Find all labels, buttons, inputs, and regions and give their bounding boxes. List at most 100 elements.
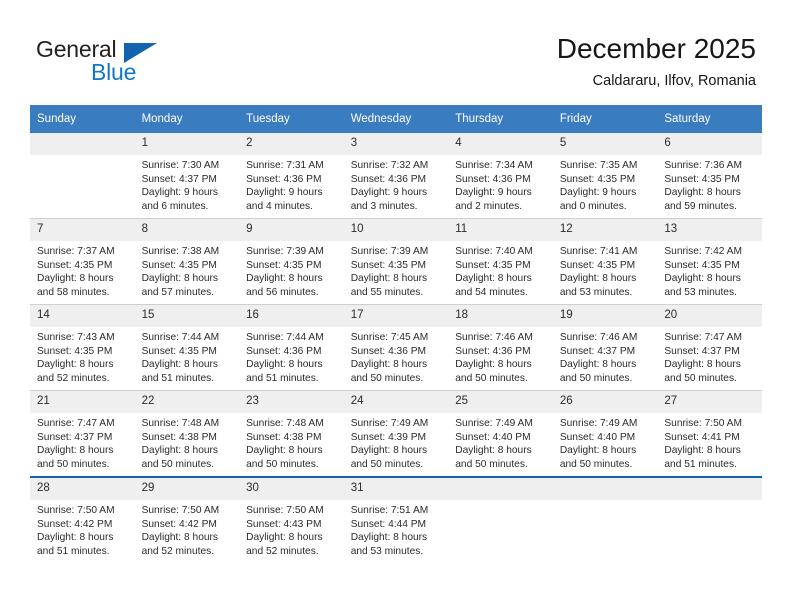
daylight-duration-line2: and 50 minutes. — [455, 458, 528, 470]
calendar-day-cell[interactable]: 25 Sunrise: 7:49 AM Sunset: 4:40 PM Dayligh… — [448, 390, 553, 477]
sunset-time: Sunset: 4:36 PM — [246, 173, 322, 185]
sunrise-time: Sunrise: 7:41 AM — [559, 246, 638, 257]
day-cell-content: 17 Sunrise: 7:45 AM Sunset: 4:36 PM Dayligh… — [343, 305, 449, 390]
calendar-day-cell[interactable]: 16 Sunrise: 7:44 AM Sunset: 4:36 PM Dayligh… — [239, 304, 344, 391]
day-sun-info: Sunrise: 7:38 AM Sunset: 4:35 PM Daylight:… — [135, 241, 240, 299]
daylight-duration-line2: and 4 minutes. — [246, 200, 313, 212]
sunrise-time: Sunrise: 7:45 AM — [350, 332, 429, 343]
day-number — [448, 478, 553, 500]
calendar-day-cell[interactable]: 29 Sunrise: 7:50 AM Sunset: 4:42 PM Dayligh… — [134, 476, 240, 563]
calendar-day-cell[interactable]: 13 Sunrise: 7:42 AM Sunset: 4:35 PM Dayligh… — [657, 218, 762, 305]
daylight-duration-line2: and 53 minutes. — [559, 286, 633, 298]
calendar-day-cell[interactable]: 22 Sunrise: 7:48 AM Sunset: 4:38 PM Dayligh… — [134, 390, 240, 477]
day-sun-info: Sunrise: 7:32 AM Sunset: 4:36 PM Daylight:… — [344, 155, 449, 213]
sunrise-time: Sunrise: 7:38 AM — [141, 246, 220, 257]
sunset-time: Sunset: 4:37 PM — [37, 431, 113, 443]
calendar-day-cell[interactable]: 11 Sunrise: 7:40 AM Sunset: 4:35 PM Dayligh… — [448, 218, 553, 305]
calendar-day-cell[interactable]: 12 Sunrise: 7:41 AM Sunset: 4:35 PM Dayligh… — [552, 218, 658, 305]
sunset-time: Sunset: 4:35 PM — [455, 259, 531, 271]
calendar-day-cell[interactable]: 1 Sunrise: 7:30 AM Sunset: 4:37 PM Daylight… — [134, 133, 240, 219]
daylight-duration-line2: and 50 minutes. — [559, 458, 633, 470]
sunrise-time: Sunrise: 7:49 AM — [350, 418, 429, 429]
daylight-duration-line1: Daylight: 8 hours — [37, 445, 114, 457]
day-sun-info: Sunrise: 7:45 AM Sunset: 4:36 PM Daylight:… — [344, 327, 449, 385]
daylight-duration-line2: and 52 minutes. — [37, 372, 110, 384]
brand-logo[interactable]: General Blue — [36, 36, 216, 90]
sunset-time: Sunset: 4:36 PM — [350, 345, 427, 357]
calendar-day-cell[interactable]: 21 Sunrise: 7:47 AM Sunset: 4:37 PM Dayligh… — [30, 390, 135, 477]
daylight-duration-line2: and 50 minutes. — [246, 458, 319, 470]
sunrise-time: Sunrise: 7:40 AM — [455, 246, 533, 257]
day-cell-content: 24 Sunrise: 7:49 AM Sunset: 4:39 PM Dayligh… — [343, 391, 449, 476]
day-cell-content: 18 Sunrise: 7:46 AM Sunset: 4:36 PM Dayligh… — [448, 305, 553, 390]
calendar-day-cell[interactable]: 15 Sunrise: 7:44 AM Sunset: 4:35 PM Dayligh… — [134, 304, 240, 391]
daylight-duration-line2: and 58 minutes. — [37, 286, 110, 298]
calendar-week-row: 1 Sunrise: 7:30 AM Sunset: 4:37 PM Daylight… — [30, 133, 762, 219]
day-sun-info: Sunrise: 7:44 AM Sunset: 4:36 PM Daylight:… — [239, 327, 344, 385]
weekday-header-monday: Monday — [134, 105, 240, 133]
sunset-time: Sunset: 4:36 PM — [455, 173, 531, 185]
calendar-day-cell[interactable]: 30 Sunrise: 7:50 AM Sunset: 4:43 PM Dayligh… — [239, 476, 344, 563]
day-number: 28 — [30, 478, 135, 500]
calendar-day-cell[interactable]: 28 Sunrise: 7:50 AM Sunset: 4:42 PM Dayligh… — [30, 476, 135, 563]
day-sun-info: Sunrise: 7:50 AM Sunset: 4:42 PM Daylight:… — [135, 500, 240, 558]
calendar-day-cell[interactable]: 8 Sunrise: 7:38 AM Sunset: 4:35 PM Daylight… — [134, 218, 240, 305]
calendar-day-cell[interactable]: 4 Sunrise: 7:34 AM Sunset: 4:36 PM Daylight… — [448, 133, 553, 219]
day-number — [30, 133, 135, 155]
daylight-duration-line2: and 51 minutes. — [141, 372, 215, 384]
day-number: 3 — [343, 133, 449, 155]
sunset-time: Sunset: 4:36 PM — [246, 345, 322, 357]
page-header: General Blue December 2025 Caldararu, Il… — [0, 0, 792, 100]
day-cell-content — [448, 478, 553, 563]
daylight-duration-line2: and 50 minutes. — [455, 372, 528, 384]
daylight-duration-line2: and 50 minutes. — [664, 372, 737, 384]
sunset-time: Sunset: 4:35 PM — [141, 259, 217, 271]
calendar-day-cell[interactable]: 10 Sunrise: 7:39 AM Sunset: 4:35 PM Dayligh… — [343, 218, 449, 305]
sunrise-time: Sunrise: 7:35 AM — [559, 160, 638, 171]
calendar-day-cell[interactable]: 5 Sunrise: 7:35 AM Sunset: 4:35 PM Daylight… — [552, 133, 658, 219]
calendar-day-cell[interactable]: 14 Sunrise: 7:43 AM Sunset: 4:35 PM Dayligh… — [30, 304, 135, 391]
day-number: 17 — [343, 305, 449, 327]
calendar-day-cell[interactable]: 17 Sunrise: 7:45 AM Sunset: 4:36 PM Dayligh… — [343, 304, 449, 391]
sunset-time: Sunset: 4:35 PM — [141, 345, 217, 357]
day-cell-content: 23 Sunrise: 7:48 AM Sunset: 4:38 PM Dayligh… — [239, 391, 344, 476]
title-block: December 2025 Caldararu, Ilfov, Romania — [557, 32, 756, 92]
calendar-day-cell[interactable]: 9 Sunrise: 7:39 AM Sunset: 4:35 PM Daylight… — [239, 218, 344, 305]
day-cell-content: 9 Sunrise: 7:39 AM Sunset: 4:35 PM Daylight… — [239, 219, 344, 304]
calendar-day-cell[interactable]: 27 Sunrise: 7:50 AM Sunset: 4:41 PM Dayligh… — [657, 390, 762, 477]
day-sun-info: Sunrise: 7:39 AM Sunset: 4:35 PM Daylight:… — [344, 241, 449, 299]
sunrise-time: Sunrise: 7:46 AM — [559, 332, 638, 343]
daylight-duration-line2: and 50 minutes. — [559, 372, 633, 384]
day-cell-content: 27 Sunrise: 7:50 AM Sunset: 4:41 PM Dayligh… — [657, 391, 762, 476]
day-sun-info: Sunrise: 7:34 AM Sunset: 4:36 PM Daylight:… — [448, 155, 553, 213]
calendar-day-cell[interactable]: 26 Sunrise: 7:49 AM Sunset: 4:40 PM Dayligh… — [552, 390, 658, 477]
day-number: 22 — [134, 391, 240, 413]
calendar-day-cell[interactable]: 6 Sunrise: 7:36 AM Sunset: 4:35 PM Daylight… — [657, 133, 762, 219]
calendar-day-cell[interactable]: 24 Sunrise: 7:49 AM Sunset: 4:39 PM Dayligh… — [343, 390, 449, 477]
sunset-time: Sunset: 4:38 PM — [141, 431, 217, 443]
day-cell-content: 25 Sunrise: 7:49 AM Sunset: 4:40 PM Dayligh… — [448, 391, 553, 476]
calendar-day-cell[interactable]: 31 Sunrise: 7:51 AM Sunset: 4:44 PM Dayligh… — [343, 476, 449, 563]
day-cell-content: 15 Sunrise: 7:44 AM Sunset: 4:35 PM Dayligh… — [134, 305, 240, 390]
calendar-day-cell[interactable]: 20 Sunrise: 7:47 AM Sunset: 4:37 PM Dayligh… — [657, 304, 762, 391]
calendar-page: General Blue December 2025 Caldararu, Il… — [0, 0, 792, 612]
day-number: 31 — [343, 478, 449, 500]
calendar-day-cell[interactable]: 3 Sunrise: 7:32 AM Sunset: 4:36 PM Daylight… — [343, 133, 449, 219]
calendar-day-cell[interactable]: 7 Sunrise: 7:37 AM Sunset: 4:35 PM Daylight… — [30, 218, 135, 305]
calendar-day-cell[interactable]: 19 Sunrise: 7:46 AM Sunset: 4:37 PM Dayligh… — [552, 304, 658, 391]
sunrise-sunset-calendar: Sunday Monday Tuesday Wednesday Thursday… — [30, 105, 762, 563]
daylight-duration-line2: and 51 minutes. — [246, 372, 319, 384]
day-number: 18 — [448, 305, 553, 327]
calendar-day-cell[interactable]: 23 Sunrise: 7:48 AM Sunset: 4:38 PM Dayligh… — [239, 390, 344, 477]
day-sun-info: Sunrise: 7:40 AM Sunset: 4:35 PM Daylight:… — [448, 241, 553, 299]
day-sun-info: Sunrise: 7:51 AM Sunset: 4:44 PM Daylight:… — [344, 500, 449, 558]
day-cell-content: 30 Sunrise: 7:50 AM Sunset: 4:43 PM Dayligh… — [239, 478, 344, 563]
day-number: 16 — [239, 305, 344, 327]
calendar-day-cell[interactable]: 2 Sunrise: 7:31 AM Sunset: 4:36 PM Daylight… — [239, 133, 344, 219]
sunset-time: Sunset: 4:40 PM — [559, 431, 636, 443]
sunrise-time: Sunrise: 7:37 AM — [37, 246, 115, 257]
day-number: 25 — [448, 391, 553, 413]
sunset-time: Sunset: 4:38 PM — [246, 431, 322, 443]
calendar-day-cell[interactable]: 18 Sunrise: 7:46 AM Sunset: 4:36 PM Dayligh… — [448, 304, 553, 391]
day-sun-info: Sunrise: 7:48 AM Sunset: 4:38 PM Daylight:… — [135, 413, 240, 471]
